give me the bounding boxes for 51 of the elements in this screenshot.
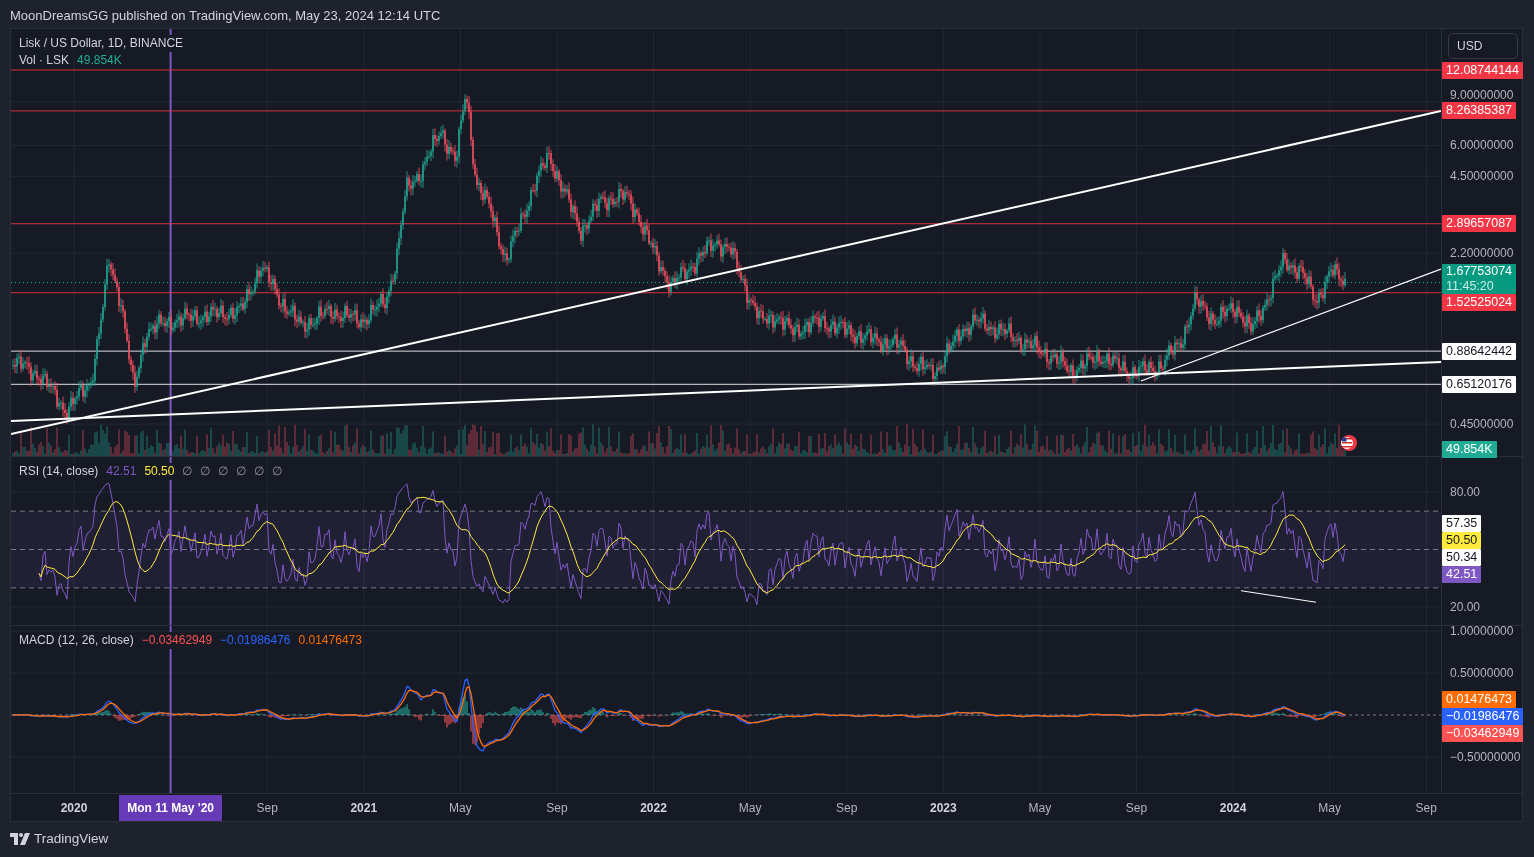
indicator-title: MACD (12, 26, close) <box>19 632 134 649</box>
rsi-value-label: 42.51 <box>1442 566 1482 584</box>
month-label: Sep <box>255 799 279 817</box>
price-level-label: 0.88642442 <box>1442 342 1517 360</box>
price-level-label: 8.26385387 <box>1442 102 1517 120</box>
price-level-label: 0.65120176 <box>1442 375 1517 393</box>
year-label: 2024 <box>1218 799 1248 817</box>
month-label: Sep <box>1414 799 1438 817</box>
axis-tick-label: 80.00 <box>1450 485 1481 499</box>
price-level-label: 1.52525024 <box>1442 294 1517 312</box>
axis-tick-label: 0.50000000 <box>1450 666 1514 680</box>
year-label: 2020 <box>59 799 89 817</box>
macd-value-label: −0.01986476 <box>1442 707 1524 725</box>
currency-button[interactable]: USD <box>1448 33 1518 59</box>
month-label: May <box>1317 799 1343 817</box>
logo-icon[interactable] <box>10 833 30 845</box>
axis-tick-label: 6.00000000 <box>1450 138 1514 153</box>
year-label: 2022 <box>639 799 668 817</box>
month-label: May <box>737 799 763 817</box>
month-label: May <box>448 799 473 817</box>
price-level-label: 12.08744144 <box>1442 61 1523 79</box>
axis-tick-label: 9.00000000 <box>1450 88 1514 103</box>
axis-tick-label: 4.50000000 <box>1450 169 1514 184</box>
countdown-timer: 11:45:20 <box>1446 279 1495 295</box>
crosshair-date-label: Mon 11 May '20 <box>119 794 223 821</box>
brand-name[interactable]: TradingView <box>34 828 109 850</box>
volume-marker: 49.854K <box>1442 441 1497 458</box>
month-label: Sep <box>1124 799 1149 817</box>
axis-tick-label: 1.00000000 <box>1450 624 1514 638</box>
month-label: May <box>1027 799 1053 817</box>
rsi-average-value: 50.50 <box>144 463 175 480</box>
axis-tick-label: 0.45000000 <box>1450 417 1514 432</box>
macd-value-label: 0.01476473 <box>1442 690 1517 708</box>
rsi-value-label: 50.34 <box>1442 549 1482 567</box>
flag-icon <box>1341 435 1357 451</box>
axis-tick-label: 2.20000000 <box>1450 246 1514 261</box>
rsi-value-label: 50.50 <box>1442 532 1482 550</box>
histogram-value: −0.03462949 <box>141 632 213 649</box>
rsi-value-label: 57.35 <box>1442 515 1482 533</box>
axis-tick-label: −0.50000000 <box>1450 750 1521 764</box>
year-label: 2023 <box>928 799 958 817</box>
price-level-label: 2.89657087 <box>1442 215 1517 233</box>
month-label: Sep <box>545 799 569 817</box>
month-label: Sep <box>835 799 859 817</box>
indicator-title: RSI (14, close) <box>19 463 99 480</box>
axis-tick-label: 20.00 <box>1450 600 1481 614</box>
year-label: 2021 <box>349 799 379 817</box>
macd-value: −0.01986476 <box>220 632 291 649</box>
chart-title: Lisk / US Dollar, 1D, BINANCE <box>19 35 184 52</box>
current-price: 1.67753074 <box>1446 264 1513 280</box>
publish-info: MoonDreamsGG published on TradingView.com, May 23, 2024 12:14 UTC <box>9 7 442 25</box>
